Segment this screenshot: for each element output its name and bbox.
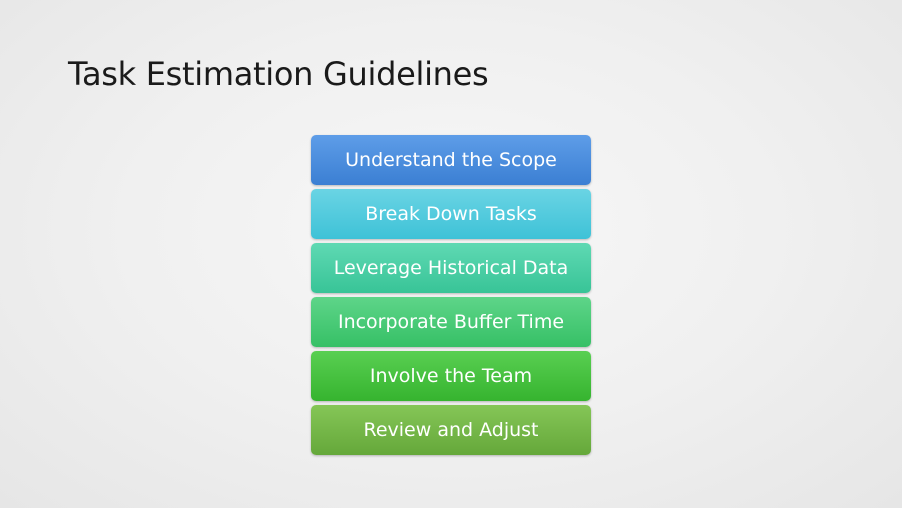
step-label: Understand the Scope: [345, 149, 557, 171]
step-incorporate-buffer-time: Incorporate Buffer Time: [311, 297, 591, 347]
guidelines-stack: Understand the Scope Break Down Tasks Le…: [311, 135, 591, 455]
step-review-adjust: Review and Adjust: [311, 405, 591, 455]
step-label: Involve the Team: [369, 365, 533, 387]
slide-title: Task Estimation Guidelines: [68, 55, 489, 93]
step-break-down-tasks: Break Down Tasks: [311, 189, 591, 239]
step-label: Leverage Historical Data: [333, 257, 569, 279]
step-label: Review and Adjust: [363, 419, 539, 441]
step-label: Break Down Tasks: [365, 203, 537, 225]
step-understand-scope: Understand the Scope: [311, 135, 591, 185]
step-leverage-historical-data: Leverage Historical Data: [311, 243, 591, 293]
step-label: Incorporate Buffer Time: [337, 311, 565, 333]
step-involve-team: Involve the Team: [311, 351, 591, 401]
